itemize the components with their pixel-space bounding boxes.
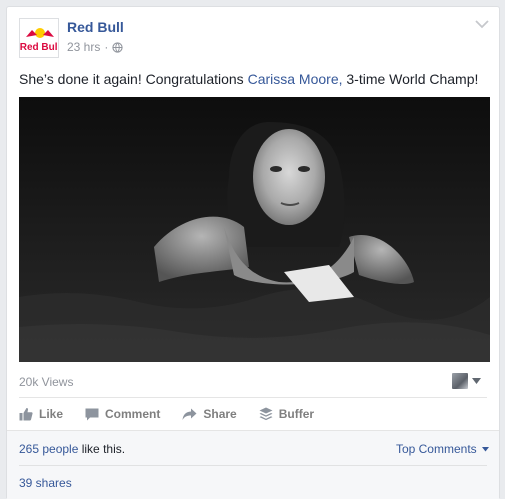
like-label: Like <box>39 407 64 421</box>
comment-label: Comment <box>105 407 161 421</box>
caret-down-icon <box>472 378 481 384</box>
message-text-end: 3-time World Champ! <box>342 71 479 87</box>
message-text-start: She’s done it again! Congratulations <box>19 71 248 87</box>
post-message: She’s done it again! Congratulations Car… <box>19 70 494 88</box>
like-button[interactable]: Like <box>19 407 63 421</box>
layers-icon <box>259 407 273 421</box>
page-name-link[interactable]: Red Bull <box>67 19 124 35</box>
buffer-label: Buffer <box>278 407 315 421</box>
surfer-photo <box>19 97 490 362</box>
likes-summary: 265 people like this. <box>19 442 125 456</box>
share-button[interactable]: Share <box>182 407 237 421</box>
action-bar: Like Comment Share Buffer <box>19 405 336 423</box>
viewer-selector[interactable] <box>452 373 481 389</box>
divider <box>19 465 487 466</box>
share-label: Share <box>203 407 237 421</box>
chevron-down-icon[interactable] <box>475 19 489 29</box>
speech-bubble-icon <box>85 408 99 420</box>
post-photo[interactable] <box>19 97 490 362</box>
comment-button[interactable]: Comment <box>85 407 160 421</box>
page-avatar[interactable]: Red Bull <box>19 18 59 58</box>
caret-down-icon <box>482 447 489 452</box>
globe-icon[interactable] <box>112 41 123 53</box>
meta-separator: · <box>104 40 109 54</box>
mention-link[interactable]: Carissa Moore, <box>248 71 343 87</box>
top-comments-dropdown[interactable]: Top Comments <box>396 442 489 456</box>
buffer-button[interactable]: Buffer <box>259 407 314 421</box>
likes-suffix: like this. <box>78 442 126 456</box>
post-card: Red Bull Red Bull 23 hrs · She’s done it… <box>6 6 500 499</box>
top-comments-label: Top Comments <box>395 442 477 456</box>
shares-link[interactable]: 39 shares <box>19 476 72 490</box>
viewer-avatar <box>452 373 468 389</box>
likes-link[interactable]: 265 people <box>19 442 78 456</box>
divider <box>19 397 487 398</box>
share-arrow-icon <box>182 408 197 420</box>
red-bull-logo: Red Bull <box>20 19 59 57</box>
thumbs-up-icon <box>19 407 33 421</box>
engagement-panel: 265 people like this. Top Comments 39 sh… <box>7 430 499 499</box>
post-timestamp[interactable]: 23 hrs <box>67 40 100 54</box>
logo-wordmark: Red Bull <box>20 42 59 53</box>
post-meta: 23 hrs · <box>67 40 123 54</box>
view-count: 20k Views <box>19 375 74 389</box>
